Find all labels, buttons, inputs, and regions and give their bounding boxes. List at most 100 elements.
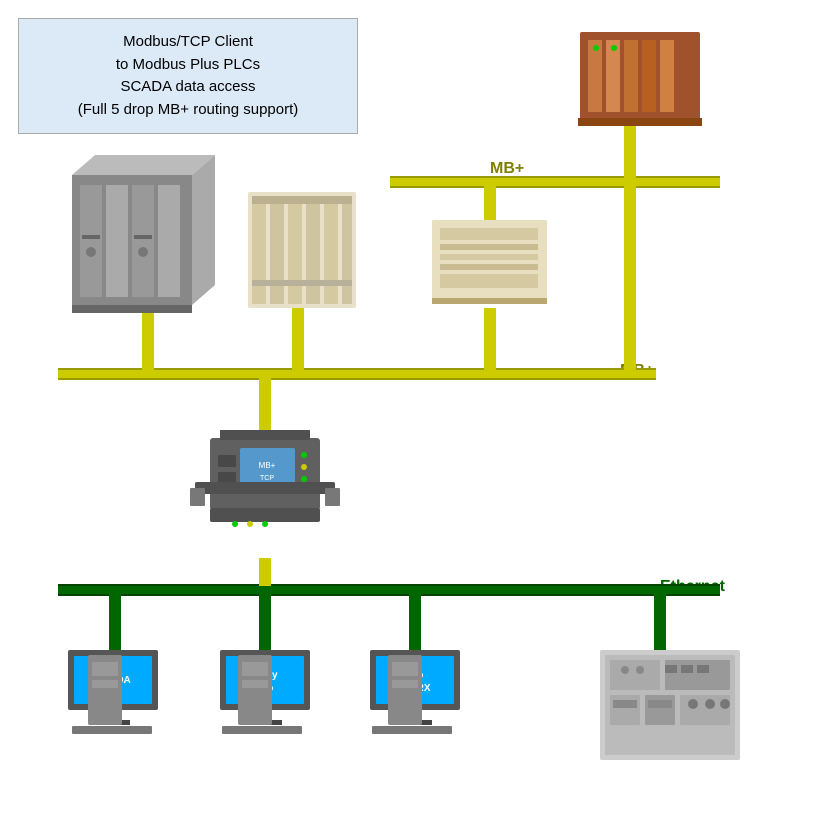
plc-mod-5 — [324, 196, 338, 304]
mb-plus-mid-bus-border-top — [58, 368, 656, 370]
unity-label-line2: Pro — [257, 683, 274, 694]
gateway-led-2 — [301, 464, 307, 470]
bottom-rack-comp-3 — [610, 695, 640, 725]
bottom-rack-eth-drop — [654, 590, 666, 670]
gateway-clip-left — [190, 488, 205, 506]
plc-mod-1 — [252, 196, 266, 304]
panel-to-mb-wire — [484, 308, 496, 370]
bottom-rack-comp-5 — [680, 695, 730, 725]
plc-housing — [248, 192, 356, 308]
bottom-rack-comp-4 — [645, 695, 675, 725]
rack-port-4 — [681, 665, 693, 673]
rack-slot-2 — [606, 40, 620, 112]
server-top — [72, 155, 215, 175]
proworx-label-line2: WORX — [399, 683, 430, 694]
unity-stand — [259, 710, 271, 722]
gateway-port-2 — [218, 472, 236, 484]
bottom-rack-body — [600, 650, 740, 760]
server-side — [192, 155, 215, 305]
proworx-tower — [388, 655, 422, 725]
rack-base — [578, 118, 702, 126]
rack-knob-1 — [688, 699, 698, 709]
unity-monitor-frame — [220, 650, 310, 710]
rack-slot-4 — [642, 40, 656, 112]
server-bay-3 — [132, 185, 154, 297]
bottom-rack-comp-2 — [665, 660, 730, 690]
right-vertical-mb — [624, 182, 636, 370]
server-bay-4 — [158, 185, 180, 297]
server-detail-1 — [82, 235, 100, 239]
gateway-port-1 — [218, 455, 236, 467]
gateway-top-connectors — [220, 430, 310, 440]
rack-slot-3 — [624, 40, 638, 112]
rack-indicator-1 — [613, 700, 637, 708]
ethernet-bus-bot — [58, 594, 720, 596]
plc-mod-2 — [270, 196, 284, 304]
desc-line3: SCADA data access — [120, 78, 255, 95]
description-box: Modbus/TCP Client to Modbus Plus PLCs SC… — [18, 18, 358, 134]
panel-base — [432, 298, 547, 304]
bottom-rack-comp-1 — [610, 660, 660, 690]
desc-line2: to Modbus Plus PLCs — [116, 56, 260, 73]
rack-port-1 — [621, 666, 629, 674]
mb-plus-top-label: MB+ — [490, 160, 524, 178]
gateway-screen-text: MB+ — [259, 461, 276, 470]
proworx-keyboard — [372, 726, 452, 734]
server-to-mb-wire — [142, 308, 154, 370]
rack-slot-5 — [660, 40, 674, 112]
proworx-monitor-screen — [376, 656, 454, 704]
unity-monitor-screen — [226, 656, 304, 704]
gateway-led-1 — [301, 452, 307, 458]
scada-keyboard — [72, 726, 152, 734]
gateway-to-eth-wire — [259, 558, 271, 586]
unity-drive-bay — [242, 662, 268, 676]
gateway-led-3 — [301, 476, 307, 482]
panel-slot-2 — [440, 244, 538, 250]
desc-line1: Modbus/TCP Client — [123, 33, 253, 50]
gateway-led-bottom-2 — [247, 521, 253, 527]
scada-drive-bay2 — [92, 680, 118, 688]
gateway-bottom — [210, 508, 320, 522]
proworx-drive-bay — [392, 662, 418, 676]
rack-port-3 — [665, 665, 677, 673]
server-base-front — [72, 305, 192, 313]
desc-line4: (Full 5 drop MB+ routing support) — [78, 101, 299, 118]
rack-led-2 — [611, 45, 617, 51]
plc-mod-3 — [288, 196, 302, 304]
unity-eth-drop — [259, 590, 271, 658]
panel-slot-5 — [440, 274, 538, 288]
plc-mod-4 — [306, 196, 320, 304]
rack-port-5 — [697, 665, 709, 673]
gateway-body — [210, 438, 320, 510]
server-knob-1 — [86, 247, 96, 257]
unity-keyboard — [222, 726, 302, 734]
unity-drive-bay2 — [242, 680, 268, 688]
scada-drive-bay — [92, 662, 118, 676]
mb-plus-mid-bus-border-bot — [58, 378, 656, 380]
rack-port-2 — [636, 666, 644, 674]
mb-plus-top-bus — [390, 176, 720, 188]
gateway-led-bottom-3 — [262, 521, 268, 527]
ethernet-label: Ethernet — [660, 578, 725, 596]
rack-indicator-2 — [648, 700, 672, 708]
server-knob-2 — [138, 247, 148, 257]
server-front — [72, 175, 192, 305]
panel-slot-1 — [440, 228, 538, 240]
ethernet-bus-top — [58, 584, 720, 586]
panel-slot-3 — [440, 254, 538, 260]
server-detail-2 — [134, 235, 152, 239]
gateway-screen-text2: TCP — [260, 475, 274, 482]
scada-stand-base — [96, 720, 130, 725]
rack-knob-3 — [720, 699, 730, 709]
rack-knob-2 — [705, 699, 715, 709]
scada-tower — [88, 655, 122, 725]
plc-connector — [252, 280, 352, 286]
proworx-eth-drop — [409, 590, 421, 658]
gateway-led-bottom-1 — [232, 521, 238, 527]
rack-slot-1 — [588, 40, 602, 112]
proworx-monitor-frame — [370, 650, 460, 710]
mb-plus-mid-label: MB+ — [620, 362, 654, 380]
plc-to-mb-wire — [292, 308, 304, 370]
scada-eth-drop — [109, 590, 121, 658]
mb-plus-top-bus-border-top — [390, 176, 720, 178]
